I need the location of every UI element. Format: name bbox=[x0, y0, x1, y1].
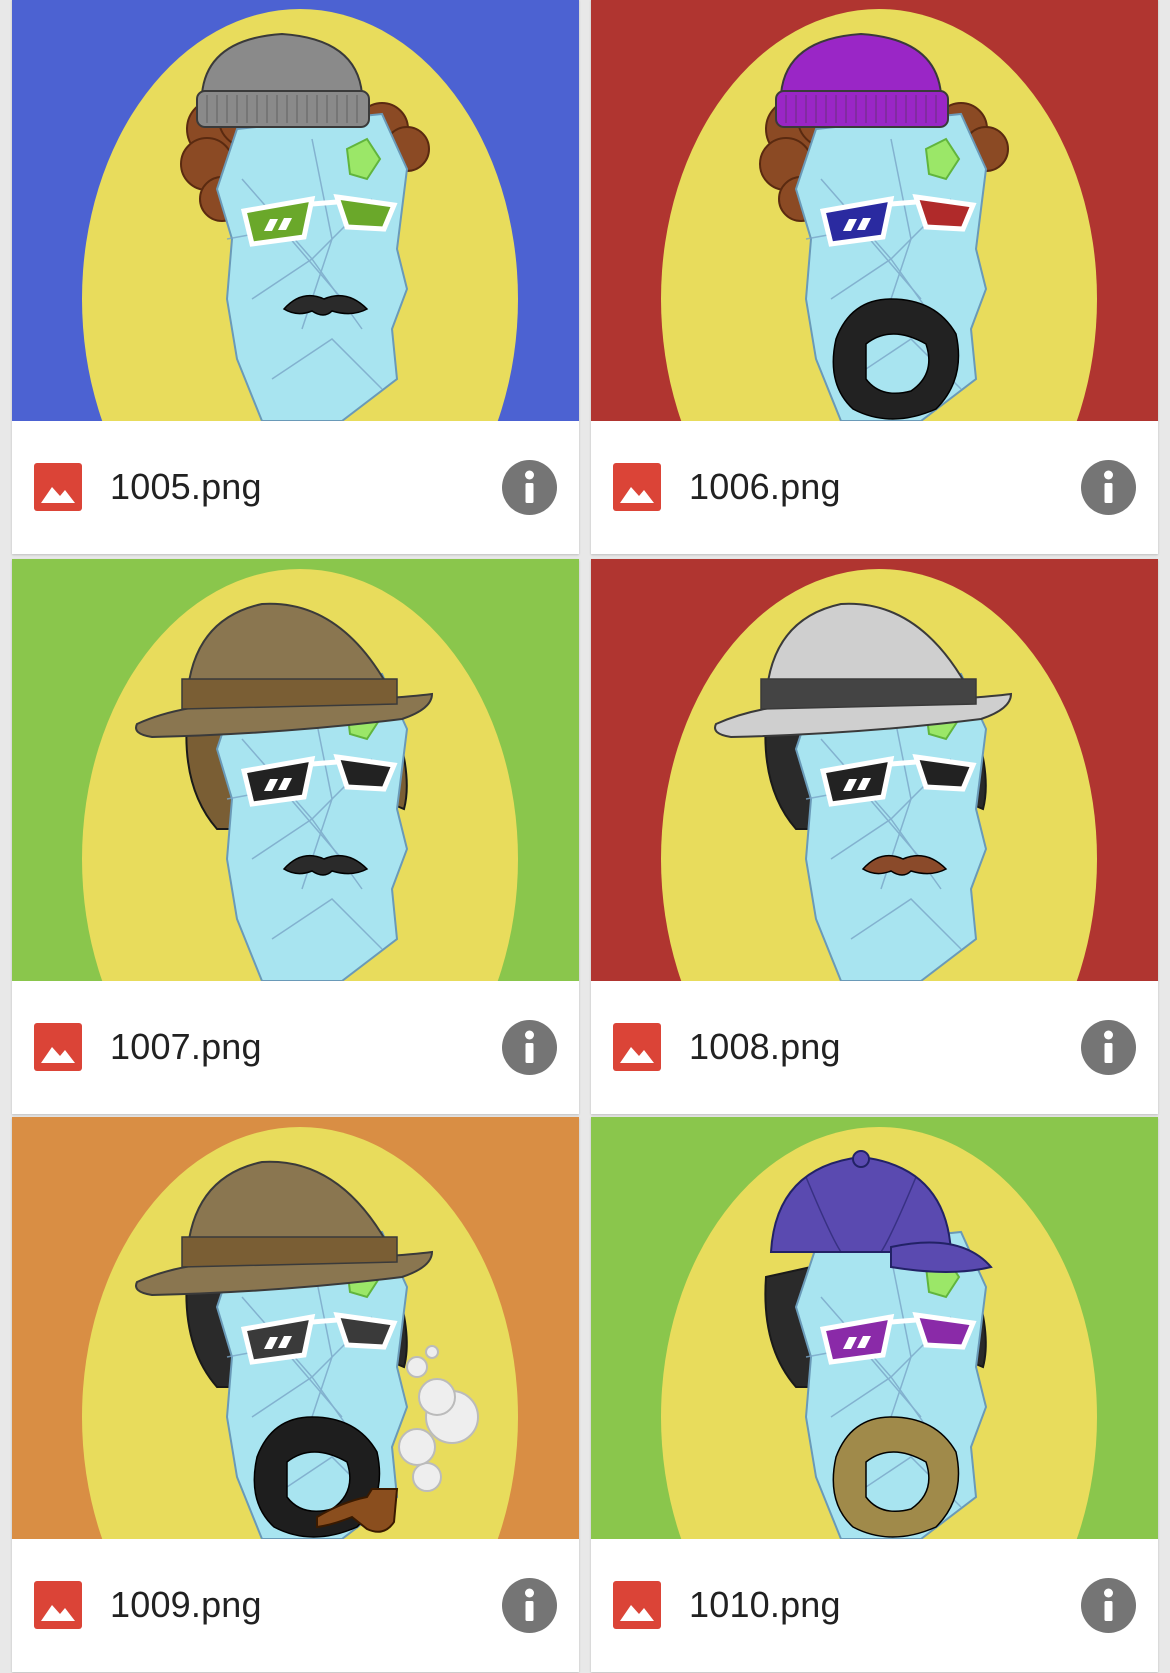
portrait-image bbox=[591, 0, 1158, 421]
info-icon bbox=[1104, 1030, 1113, 1063]
file-card-footer: 1009.png bbox=[12, 1539, 579, 1672]
file-card-footer: 1010.png bbox=[591, 1539, 1158, 1672]
info-icon bbox=[1104, 470, 1113, 503]
info-button[interactable] bbox=[502, 1020, 557, 1075]
file-card[interactable]: 1006.png bbox=[591, 0, 1158, 554]
info-button[interactable] bbox=[1081, 1020, 1136, 1075]
file-card-footer: 1007.png bbox=[12, 981, 579, 1114]
image-file-icon bbox=[613, 463, 661, 511]
file-thumbnail[interactable] bbox=[591, 1117, 1158, 1539]
file-card-footer: 1006.png bbox=[591, 421, 1158, 554]
file-thumbnail[interactable] bbox=[591, 0, 1158, 421]
file-name: 1005.png bbox=[110, 466, 262, 507]
file-card[interactable]: 1005.png bbox=[12, 0, 579, 554]
image-file-icon bbox=[613, 1023, 661, 1071]
file-thumbnail[interactable] bbox=[12, 0, 579, 421]
file-card[interactable]: 1010.png bbox=[591, 1117, 1158, 1672]
image-file-icon bbox=[34, 1023, 82, 1071]
image-file-icon bbox=[34, 463, 82, 511]
file-card-footer: 1005.png bbox=[12, 421, 579, 554]
file-name: 1009.png bbox=[110, 1584, 262, 1625]
info-icon bbox=[525, 1030, 534, 1063]
portrait-image bbox=[12, 1117, 579, 1539]
file-thumbnail[interactable] bbox=[591, 559, 1158, 981]
info-icon bbox=[525, 1588, 534, 1621]
file-thumbnail[interactable] bbox=[12, 559, 579, 981]
file-name: 1008.png bbox=[689, 1026, 841, 1067]
image-file-icon bbox=[34, 1581, 82, 1629]
info-icon bbox=[1104, 1588, 1113, 1621]
file-name: 1010.png bbox=[689, 1584, 841, 1625]
info-button[interactable] bbox=[502, 460, 557, 515]
file-name: 1007.png bbox=[110, 1026, 262, 1067]
file-card-footer: 1008.png bbox=[591, 981, 1158, 1114]
file-thumbnail[interactable] bbox=[12, 1117, 579, 1539]
info-button[interactable] bbox=[502, 1578, 557, 1633]
image-file-icon bbox=[613, 1581, 661, 1629]
info-icon bbox=[525, 470, 534, 503]
info-button[interactable] bbox=[1081, 1578, 1136, 1633]
portrait-image bbox=[12, 559, 579, 981]
portrait-image bbox=[591, 1117, 1158, 1539]
file-card[interactable]: 1007.png bbox=[12, 559, 579, 1114]
portrait-image bbox=[591, 559, 1158, 981]
file-card[interactable]: 1008.png bbox=[591, 559, 1158, 1114]
file-grid: 1005.png 1006.png 1007.png 1008.png 1009.png… bbox=[0, 0, 1170, 1673]
file-card[interactable]: 1009.png bbox=[12, 1117, 579, 1672]
file-name: 1006.png bbox=[689, 466, 841, 507]
info-button[interactable] bbox=[1081, 460, 1136, 515]
portrait-image bbox=[12, 0, 579, 421]
